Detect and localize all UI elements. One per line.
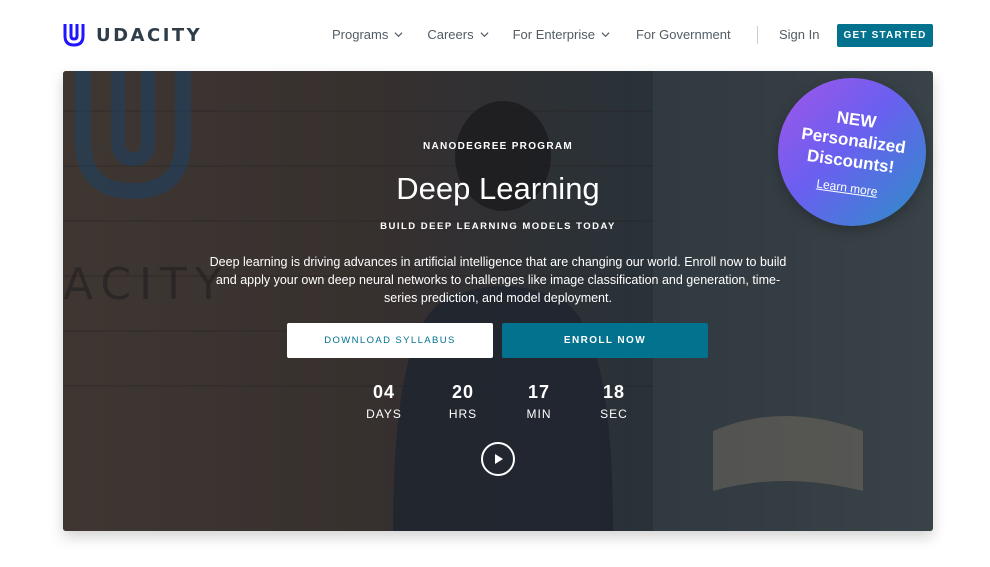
personalized-discounts-badge[interactable]: NEW Personalized Discounts! Learn more <box>778 78 926 226</box>
countdown-label: SEC <box>600 407 628 421</box>
brand-name: UDACITY <box>96 24 203 46</box>
top-nav: UDACITY Programs Careers For Enterprise … <box>0 0 990 70</box>
countdown-timer: 04 DAYS 20 HRS 17 MIN 18 SEC <box>63 382 933 432</box>
countdown-hours: 20 HRS <box>433 382 493 421</box>
nav-menu: Programs Careers For Enterprise For Gove… <box>332 27 731 42</box>
hero-description: Deep learning is driving advances in art… <box>209 255 787 305</box>
play-video-button[interactable] <box>481 442 515 476</box>
sign-in-link[interactable]: Sign In <box>779 27 819 42</box>
countdown-label: MIN <box>526 407 552 421</box>
get-started-button[interactable]: GET STARTED <box>837 24 933 47</box>
nav-item-label: For Government <box>635 27 731 42</box>
enroll-now-button[interactable]: ENROLL NOW <box>502 323 708 358</box>
countdown-days: 04 DAYS <box>354 382 414 421</box>
countdown-seconds: 18 SEC <box>584 382 644 421</box>
nav-item-for-enterprise[interactable]: For Enterprise <box>513 27 610 42</box>
nav-item-label: For Enterprise <box>512 27 595 42</box>
hero-subtitle: BUILD DEEP LEARNING MODELS TODAY <box>380 221 616 232</box>
udacity-logo-icon <box>63 24 85 47</box>
nav-item-label: Careers <box>427 27 474 42</box>
countdown-value: 18 <box>602 382 626 402</box>
nav-item-programs[interactable]: Programs <box>332 27 403 42</box>
chevron-down-icon <box>601 32 610 38</box>
countdown-value: 20 <box>451 382 475 402</box>
nav-divider <box>757 26 758 44</box>
chevron-down-icon <box>394 32 403 38</box>
download-syllabus-button[interactable]: DOWNLOAD SYLLABUS <box>287 323 493 358</box>
nav-item-careers[interactable]: Careers <box>427 27 489 42</box>
countdown-label: DAYS <box>366 407 402 421</box>
learn-more-link[interactable]: Learn more <box>816 176 879 198</box>
udacity-logo[interactable]: UDACITY <box>62 22 202 48</box>
nav-item-label: Programs <box>332 27 389 42</box>
play-icon <box>495 454 503 464</box>
chevron-down-icon <box>480 32 489 38</box>
badge-content: NEW Personalized Discounts! Learn more <box>768 68 935 235</box>
countdown-value: 17 <box>527 382 551 402</box>
countdown-value: 04 <box>372 382 396 402</box>
countdown-label: HRS <box>448 407 478 421</box>
nav-item-for-government[interactable]: For Government <box>636 27 731 42</box>
countdown-minutes: 17 MIN <box>509 382 569 421</box>
